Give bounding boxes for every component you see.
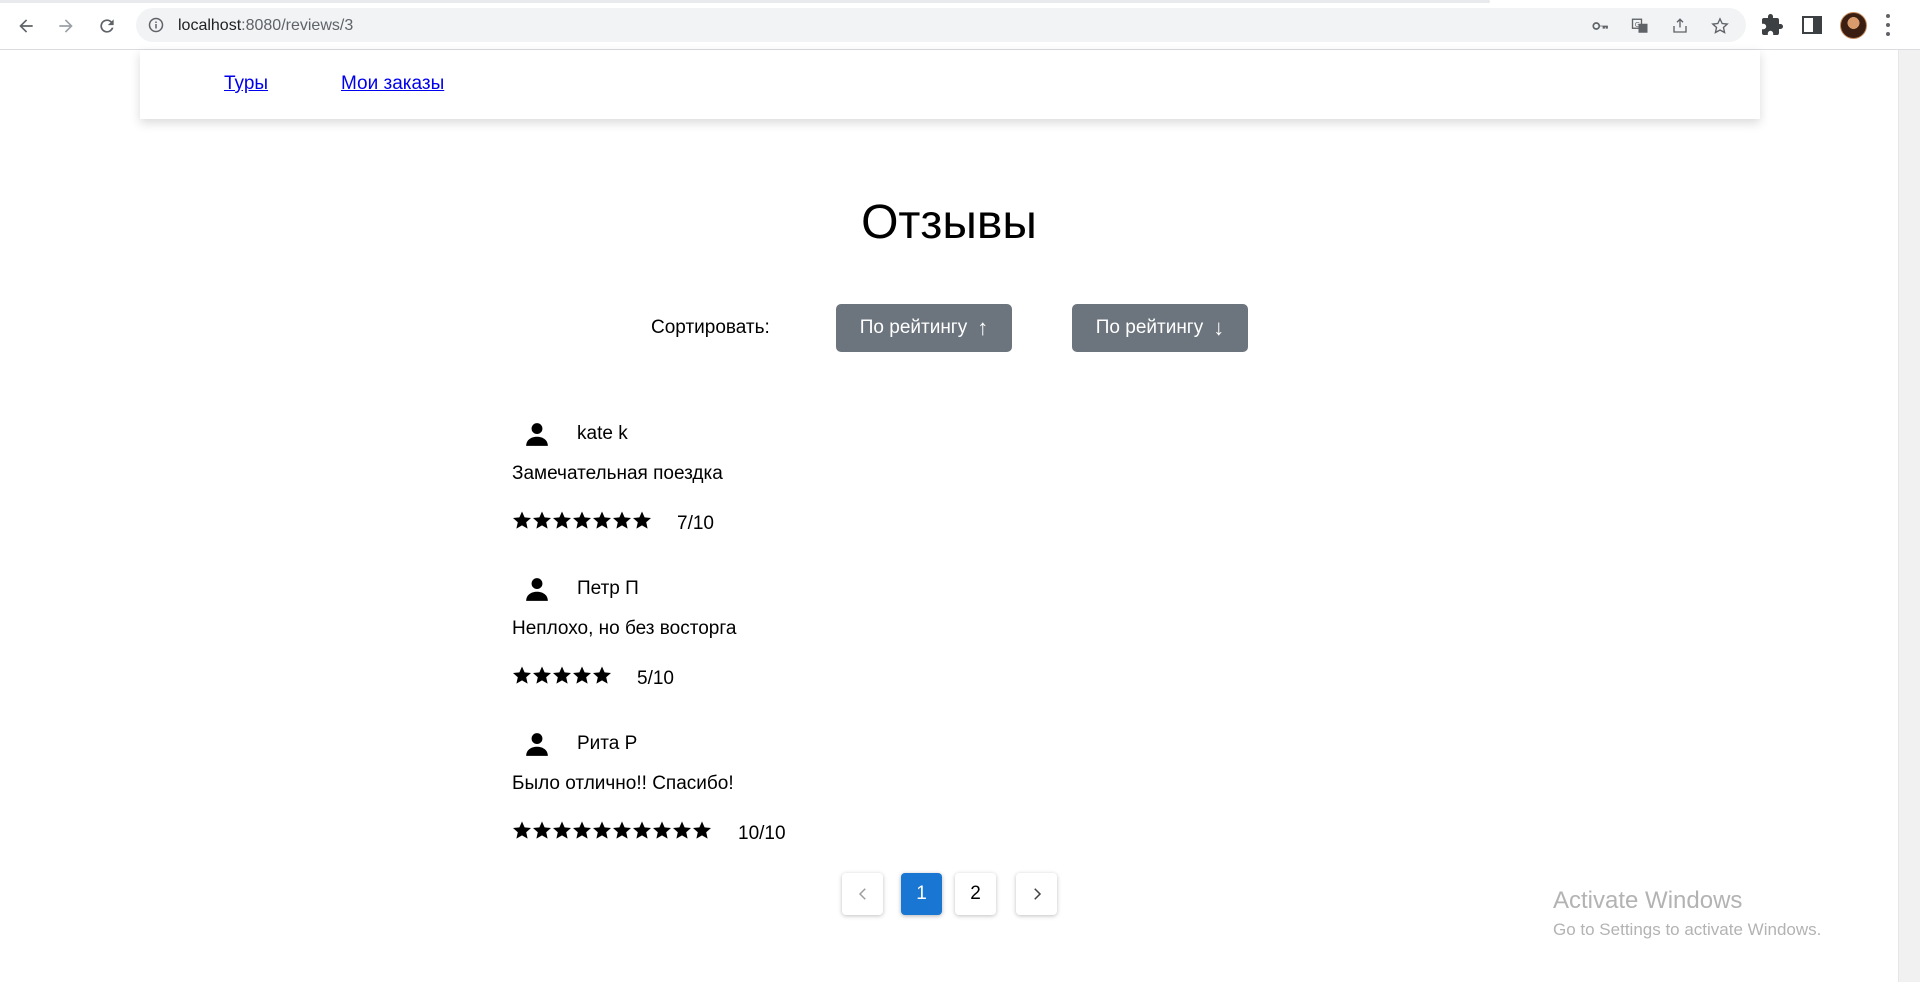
windows-activation-title: Activate Windows [1553,887,1743,914]
url-text[interactable]: localhost:8080/reviews/3 [178,17,353,35]
star-icon [513,511,531,529]
arrow-up-icon: ↑ [977,315,989,340]
star-icon [593,511,611,529]
star-icon [573,666,591,684]
star-icon [673,821,691,839]
star-icon [613,511,631,529]
star-icon [653,821,671,839]
review-author: Петр П [577,578,639,599]
info-icon[interactable] [148,17,164,33]
user-icon [526,733,548,756]
top-navbar: Туры Мои заказы [140,50,1760,119]
page-scrollbar[interactable] [1898,50,1920,982]
nav-link-tours[interactable]: Туры [224,73,268,95]
translate-icon[interactable]: G [1630,17,1650,35]
pagination-prev-button[interactable] [842,873,883,915]
rating-stars [512,510,652,532]
pagination-page-2[interactable]: 2 [955,873,996,915]
pagination-next-button[interactable] [1016,873,1057,915]
key-icon[interactable] [1590,17,1610,35]
review-item: Петр П Неплохо, но без восторга 5/10 [512,565,1112,715]
star-icon [593,666,611,684]
star-icon [533,666,551,684]
sort-asc-label: По рейтингу [859,317,968,338]
side-panel-icon[interactable] [1800,13,1824,37]
star-icon [513,666,531,684]
url-host: localhost [178,17,242,34]
windows-activation-subtitle: Go to Settings to activate Windows. [1553,920,1822,939]
sort-desc-label: По рейтингу [1095,317,1204,338]
star-icon [533,821,551,839]
arrow-right-icon [59,19,73,33]
arrow-left-icon [19,19,33,33]
star-icon [633,821,651,839]
review-text: Замечательная поездка [512,463,723,484]
share-icon[interactable] [1670,17,1690,35]
extensions-puzzle-icon[interactable] [1760,13,1784,37]
star-icon [693,821,711,839]
review-score: 7/10 [677,513,714,534]
star-icon [553,666,571,684]
nav-link-my-orders[interactable]: Мои заказы [341,73,444,95]
review-score: 10/10 [738,823,786,844]
user-icon [526,578,548,601]
star-icon [613,821,631,839]
reload-icon [100,19,114,33]
star-icon [533,511,551,529]
arrow-down-icon: ↓ [1213,315,1225,340]
svg-text:G: G [1635,21,1640,29]
browser-toolbar: localhost:8080/reviews/3 G [0,0,1920,50]
back-button[interactable] [10,10,42,42]
rating-stars [512,665,612,687]
review-author: kate k [577,423,628,444]
user-icon [526,423,548,446]
sort-rating-desc-button[interactable]: По рейтингу ↓ [1072,304,1248,352]
url-path: :8080/reviews/3 [241,17,354,34]
review-score: 5/10 [637,668,674,689]
chevron-right-icon [1033,888,1041,900]
review-text: Было отлично!! Спасибо! [512,773,734,794]
chevron-left-icon [858,888,866,900]
review-author: Рита Р [577,733,638,754]
rating-stars [512,820,712,842]
chrome-menu-icon[interactable] [1884,12,1892,38]
star-icon [553,511,571,529]
star-icon [573,821,591,839]
star-icon [633,511,651,529]
review-text: Неплохо, но без восторга [512,618,737,639]
address-bar[interactable]: localhost:8080/reviews/3 G [136,8,1746,42]
sort-label: Сортировать: [651,317,770,338]
forward-button[interactable] [50,10,82,42]
reload-button[interactable] [91,10,123,42]
star-icon [513,821,531,839]
review-item: Рита Р Было отлично!! Спасибо! 10/10 [512,720,1112,870]
review-item: kate k Замечательная поездка 7/10 [512,410,1112,560]
profile-avatar[interactable] [1840,12,1867,39]
pagination-page-1[interactable]: 1 [901,873,942,915]
page-title: Отзывы [861,196,1037,249]
star-bookmark-icon[interactable] [1710,17,1730,35]
star-icon [573,511,591,529]
tab-strip-edge [0,0,1490,3]
star-icon [553,821,571,839]
sort-rating-asc-button[interactable]: По рейтингу ↑ [836,304,1012,352]
star-icon [593,821,611,839]
